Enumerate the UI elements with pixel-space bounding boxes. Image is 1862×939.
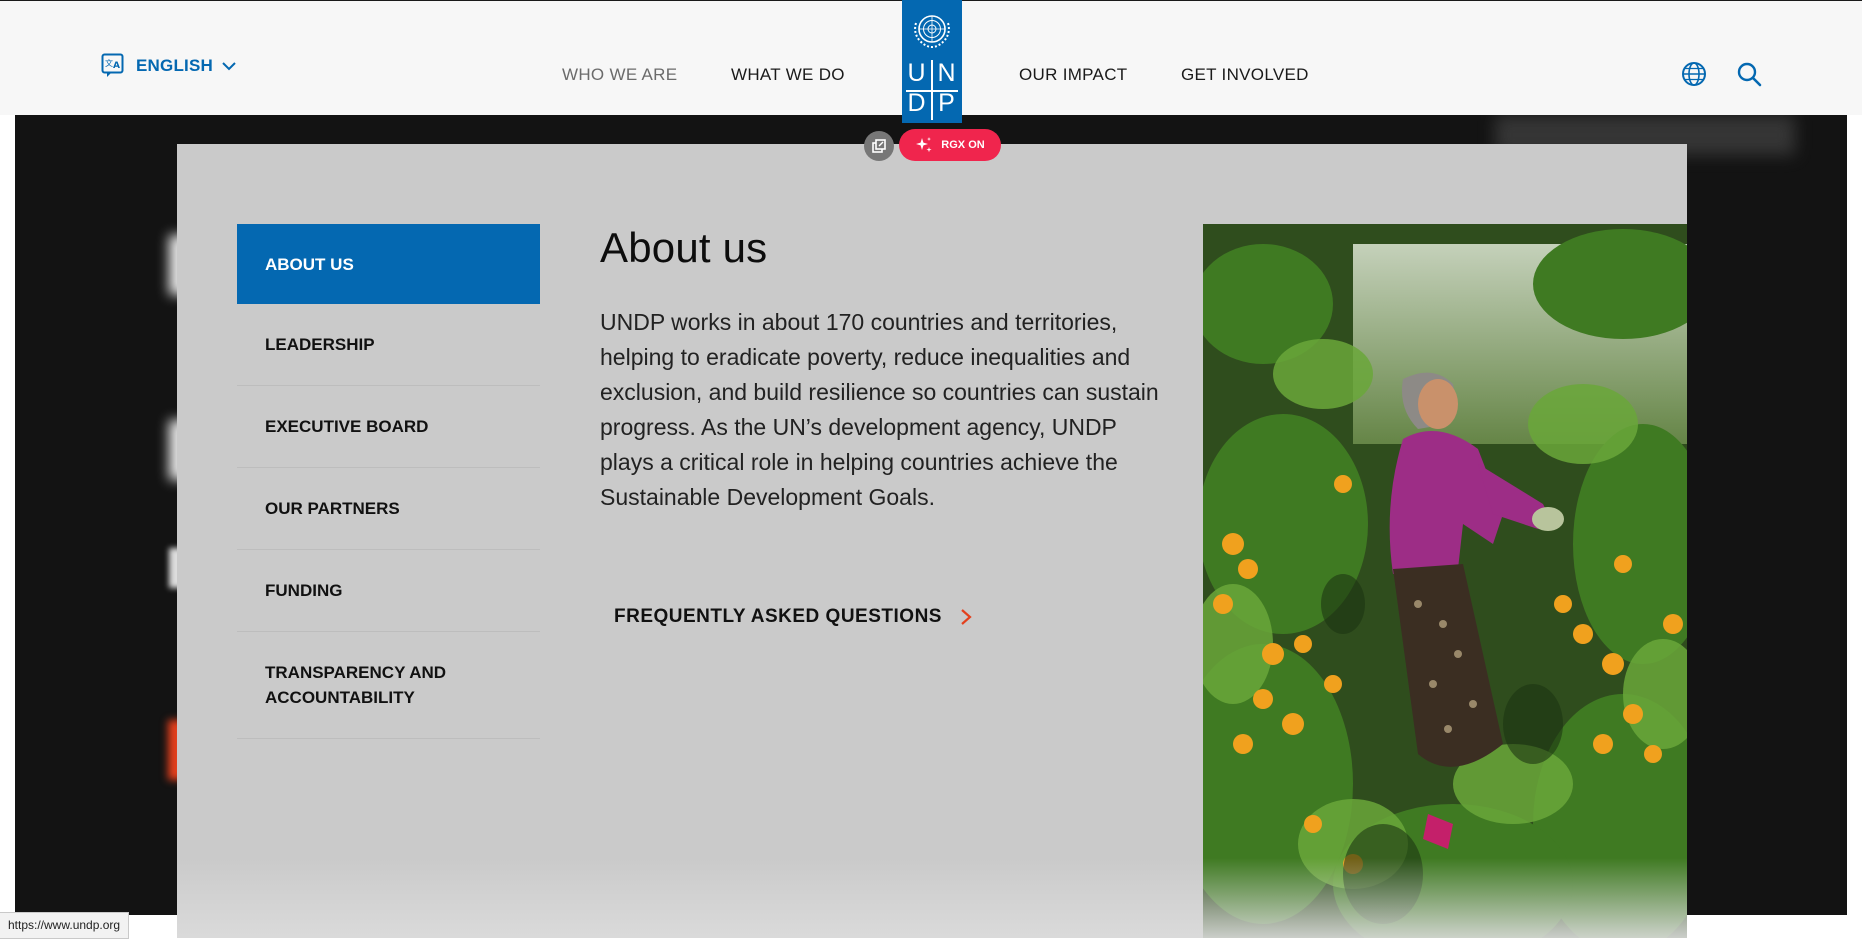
nav-get-involved[interactable]: GET INVOLVED	[1181, 65, 1309, 85]
menu-item-leadership[interactable]: LEADERSHIP	[237, 304, 540, 386]
sparkle-icon	[916, 137, 932, 153]
rgx-label: RGX ON	[941, 139, 985, 151]
about-side-nav: ABOUT US LEADERSHIP EXECUTIVE BOARD OUR …	[237, 224, 540, 739]
svg-text:A: A	[113, 61, 120, 71]
orange-grove-image	[1203, 224, 1687, 938]
status-bar-url: https://www.undp.org	[0, 912, 130, 939]
language-label: ENGLISH	[136, 56, 213, 75]
nav-our-impact[interactable]: OUR IMPACT	[1019, 65, 1127, 85]
undp-logo[interactable]: U N D P	[902, 0, 962, 123]
rgx-toggle-button[interactable]: RGX ON	[899, 129, 1001, 161]
about-description: UNDP works in about 170 countries and te…	[600, 309, 1159, 510]
chevron-down-icon	[222, 62, 236, 71]
menu-item-transparency[interactable]: TRANSPARENCY AND ACCOUNTABILITY	[237, 632, 540, 739]
menu-item-about-us[interactable]: ABOUT US	[237, 224, 540, 304]
farmer-photo	[1203, 224, 1687, 938]
logo-letter: N	[937, 59, 956, 87]
language-selector[interactable]: 文 A ENGLISH	[101, 53, 236, 79]
logo-letter: D	[907, 89, 926, 117]
svg-text:文: 文	[105, 58, 113, 68]
nav-who-we-are[interactable]: WHO WE ARE	[562, 65, 677, 85]
faq-link[interactable]: FREQUENTLY ASKED QUESTIONS	[614, 606, 972, 628]
globe-icon[interactable]	[1681, 61, 1707, 87]
menu-item-funding[interactable]: FUNDING	[237, 550, 540, 632]
copy-window-button[interactable]	[864, 131, 894, 161]
menu-item-executive-board[interactable]: EXECUTIVE BOARD	[237, 386, 540, 468]
un-emblem-icon	[914, 15, 950, 49]
panel-bottom-fade	[177, 858, 1687, 938]
translate-icon: 文 A	[101, 53, 124, 77]
logo-letter: P	[938, 89, 955, 117]
chevron-right-icon	[961, 609, 972, 625]
menu-item-our-partners[interactable]: OUR PARTNERS	[237, 468, 540, 550]
faq-label: FREQUENTLY ASKED QUESTIONS	[614, 606, 942, 627]
search-icon[interactable]	[1736, 61, 1762, 87]
about-title: About us	[600, 224, 768, 271]
nav-what-we-do[interactable]: WHAT WE DO	[731, 65, 845, 85]
who-we-are-mega-menu: ABOUT US LEADERSHIP EXECUTIVE BOARD OUR …	[177, 144, 1687, 938]
logo-letter: U	[907, 59, 926, 87]
external-window-icon	[872, 139, 886, 153]
